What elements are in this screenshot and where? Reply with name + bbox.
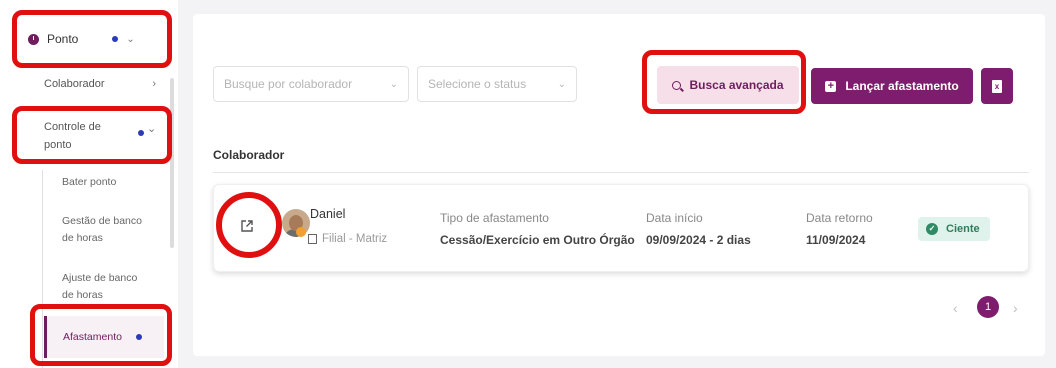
return-date-value: 11/09/2024 xyxy=(806,233,866,247)
sidebar-module-label: Ponto xyxy=(47,32,79,46)
collaborator-name: Daniel xyxy=(310,207,346,221)
collaborator-select-placeholder: Busque por colaborador xyxy=(224,77,353,91)
chevron-down-icon: ⌄ xyxy=(389,78,398,90)
header-divider xyxy=(213,172,1029,173)
sidebar-subitem-afastamento[interactable]: Afastamento xyxy=(44,316,164,358)
sidebar-subitem-bater-ponto[interactable]: Bater ponto xyxy=(62,174,116,191)
sidebar-item-colaborador[interactable]: Colaborador › xyxy=(44,78,156,90)
notification-dot xyxy=(138,130,144,136)
check-circle-icon: ✓ xyxy=(926,223,938,235)
leave-type-label: Tipo de afastamento xyxy=(440,211,549,225)
pagination-page-1[interactable]: 1 xyxy=(977,296,999,318)
status-select[interactable]: Selecione o status ⌄ xyxy=(417,66,577,102)
sidebar-subitem-label: Afastamento xyxy=(63,331,122,343)
sidebar-subitem-label: Bater ponto xyxy=(62,176,117,188)
sidebar-subitem-label: Gestão de banco de horas xyxy=(62,215,142,244)
chevron-right-icon: › xyxy=(152,78,156,90)
plus-square-icon: + xyxy=(825,80,837,92)
sidebar-subitem-ajuste-banco-horas[interactable]: Ajuste de banco de horas xyxy=(62,270,148,304)
notification-dot xyxy=(135,334,142,340)
table-row: Daniel Filial - Matriz Tipo de afastamen… xyxy=(213,184,1029,272)
collaborator-search-select[interactable]: Busque por colaborador ⌄ xyxy=(213,66,409,102)
sidebar-item-label: Controle de ponto xyxy=(44,121,101,151)
pagination-next-button[interactable]: › xyxy=(1013,300,1018,316)
sidebar-module-ponto[interactable]: Ponto ⌄ xyxy=(16,18,164,60)
export-excel-button[interactable]: x xyxy=(981,68,1013,104)
leave-type-value: Cessão/Exercício em Outro Órgão xyxy=(440,233,635,247)
main-panel: Busque por colaborador ⌄ Selecione o sta… xyxy=(193,14,1045,356)
clock-icon xyxy=(28,33,39,45)
pagination-prev-button[interactable]: ‹ xyxy=(953,300,958,316)
app-root: Ponto ⌄ Colaborador › Controle de ponto … xyxy=(0,0,1056,368)
building-icon xyxy=(308,234,317,244)
notification-dot xyxy=(112,36,119,42)
launch-leave-label: Lançar afastamento xyxy=(845,79,959,93)
advanced-search-label: Busca avançada xyxy=(689,78,784,92)
return-date-label: Data retorno xyxy=(806,211,873,225)
external-link-icon[interactable] xyxy=(240,219,254,233)
start-date-value: 09/09/2024 - 2 dias xyxy=(646,233,751,247)
advanced-search-button[interactable]: Busca avançada xyxy=(657,66,799,104)
start-date-label: Data início xyxy=(646,211,703,225)
sidebar-subitem-gestao-banco-horas[interactable]: Gestão de banco de horas xyxy=(62,213,152,247)
search-icon xyxy=(672,80,682,90)
status-badge-label: Ciente xyxy=(946,223,980,235)
sidebar-subitem-label: Ajuste de banco de horas xyxy=(62,272,138,301)
avatar-status-badge xyxy=(296,227,306,237)
sidebar: Ponto ⌄ Colaborador › Controle de ponto … xyxy=(0,0,178,368)
sidebar-scrollbar[interactable] xyxy=(170,78,174,248)
sidebar-item-controle-de-ponto[interactable]: Controle de ponto ⌄ xyxy=(44,118,156,154)
launch-leave-button[interactable]: + Lançar afastamento xyxy=(811,68,973,104)
submenu-guide-line xyxy=(42,170,43,368)
excel-icon: x xyxy=(992,79,1002,93)
collaborator-branch: Filial - Matriz xyxy=(308,233,387,245)
status-badge: ✓ Ciente xyxy=(918,217,990,241)
column-header-colaborador: Colaborador xyxy=(213,148,285,162)
chevron-down-icon: ⌄ xyxy=(557,78,566,90)
chevron-down-icon: ⌄ xyxy=(126,33,135,45)
sidebar-item-label: Colaborador xyxy=(44,78,105,90)
branch-label: Filial - Matriz xyxy=(322,233,388,245)
status-select-placeholder: Selecione o status xyxy=(428,77,527,91)
chevron-down-icon: ⌄ xyxy=(147,123,157,135)
